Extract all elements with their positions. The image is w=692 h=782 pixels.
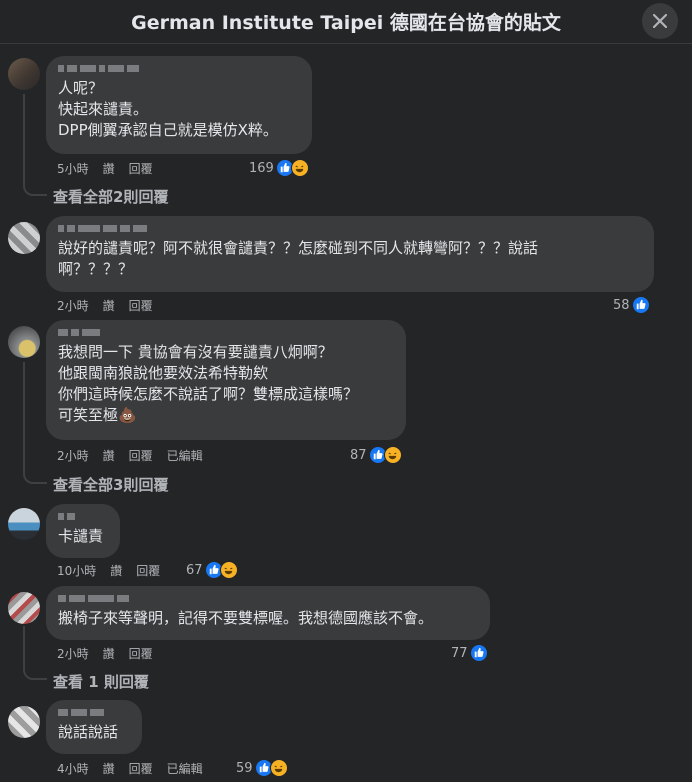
like-button[interactable]: 讚 <box>103 297 115 314</box>
avatar[interactable] <box>8 58 40 90</box>
reaction-summary[interactable]: 77 <box>451 643 488 663</box>
timestamp[interactable]: 2小時 <box>57 447 89 464</box>
comment-text: 卡譴責 <box>58 527 104 545</box>
view-replies-link[interactable]: 查看 1 則回覆 <box>53 671 149 692</box>
comment-actions: 2小時 讚 回覆 <box>57 645 167 661</box>
reaction-summary[interactable]: 67 <box>186 560 238 580</box>
timestamp[interactable]: 2小時 <box>57 297 89 314</box>
comment-text: 搬椅子來等聲明，記得不要雙標喔。我想德國應該不會。 <box>58 609 434 627</box>
reaction-count: 58 <box>613 297 630 313</box>
post-title: German Institute Taipei 德國在台協會的貼文 <box>131 12 561 34</box>
view-replies-link[interactable]: 查看全部3則回覆 <box>53 474 168 495</box>
avatar[interactable] <box>8 508 40 540</box>
author-name-redacted[interactable] <box>58 326 394 338</box>
haha-icon <box>269 759 288 777</box>
dialog-header: German Institute Taipei 德國在台協會的貼文 <box>0 0 692 44</box>
avatar[interactable] <box>8 592 40 624</box>
comment-bubble: 搬椅子來等聲明，記得不要雙標喔。我想德國應該不會。 <box>46 586 490 640</box>
close-button[interactable] <box>642 3 678 39</box>
edited-label: 已編輯 <box>166 761 203 776</box>
avatar[interactable] <box>8 222 40 254</box>
like-button[interactable]: 讚 <box>103 760 115 777</box>
like-button[interactable]: 讚 <box>103 447 115 464</box>
author-name-redacted[interactable] <box>58 592 478 604</box>
timestamp[interactable]: 2小時 <box>57 645 89 662</box>
reply-button[interactable]: 回覆 <box>129 297 153 314</box>
close-icon <box>653 14 667 28</box>
haha-icon <box>219 561 238 579</box>
reply-button[interactable]: 回覆 <box>129 447 153 464</box>
timestamp[interactable]: 10小時 <box>57 562 96 579</box>
timestamp[interactable]: 5小時 <box>57 160 89 177</box>
comment-text: 我想問一下 貴協會有沒有要譴責八炯啊？ 他跟閩南狼說他要效法希特勒欸 你們這時候… <box>58 343 359 424</box>
reaction-count: 59 <box>236 760 253 776</box>
comment-text: 說話說話 <box>58 723 119 741</box>
thread-line <box>23 626 47 680</box>
comment-bubble: 說話說話 <box>46 700 142 754</box>
reaction-count: 77 <box>451 645 468 661</box>
author-name-redacted[interactable] <box>58 222 642 234</box>
haha-icon <box>290 159 309 177</box>
reaction-summary[interactable]: 87 <box>350 445 402 465</box>
edited-label: 已編輯 <box>166 448 203 463</box>
comment-actions: 4小時 讚 回覆 已編輯 <box>57 760 217 776</box>
comment-bubble: 我想問一下 貴協會有沒有要譴責八炯啊？ 他跟閩南狼說他要效法希特勒欸 你們這時候… <box>46 320 406 440</box>
comment-actions: 5小時 讚 回覆 <box>57 160 167 176</box>
comment-actions: 2小時 讚 回覆 <box>57 297 167 313</box>
thread-line <box>23 94 47 196</box>
like-button[interactable]: 讚 <box>103 645 115 662</box>
like-icon <box>469 644 488 662</box>
reaction-count: 87 <box>350 447 367 463</box>
haha-icon <box>383 446 402 464</box>
like-button[interactable]: 讚 <box>103 160 115 177</box>
avatar[interactable] <box>8 706 40 738</box>
reaction-summary[interactable]: 169 <box>249 158 309 178</box>
comment-text: 說好的譴責呢？阿不就很會譴責？？怎麼碰到不同人就轉彎阿？？？說話 啊？？？？ <box>58 239 539 278</box>
reaction-summary[interactable]: 59 <box>236 758 288 778</box>
reply-button[interactable]: 回覆 <box>129 760 153 777</box>
like-button[interactable]: 讚 <box>110 562 122 579</box>
author-name-redacted[interactable] <box>58 706 130 718</box>
avatar[interactable] <box>8 326 40 358</box>
view-replies-link[interactable]: 查看全部2則回覆 <box>53 186 168 207</box>
reply-button[interactable]: 回覆 <box>136 562 160 579</box>
reply-button[interactable]: 回覆 <box>129 160 153 177</box>
author-name-redacted[interactable] <box>58 510 108 522</box>
comment-bubble: 人呢？ 快起來譴責。 DPP側翼承認自己就是模仿X粹。 <box>46 56 312 154</box>
reply-button[interactable]: 回覆 <box>129 645 153 662</box>
comment-actions: 2小時 讚 回覆 已編輯 <box>57 447 217 463</box>
author-name-redacted[interactable] <box>58 62 300 74</box>
comment-bubble: 說好的譴責呢？阿不就很會譴責？？怎麼碰到不同人就轉彎阿？？？說話 啊？？？？ <box>46 216 654 292</box>
reaction-summary[interactable]: 58 <box>613 295 650 315</box>
comment-text: 人呢？ 快起來譴責。 DPP側翼承認自己就是模仿X粹。 <box>58 79 278 139</box>
reaction-count: 169 <box>249 160 274 176</box>
timestamp[interactable]: 4小時 <box>57 760 89 777</box>
comment-actions: 10小時 讚 回覆 <box>57 562 174 578</box>
like-icon <box>631 296 650 314</box>
reaction-count: 67 <box>186 562 203 578</box>
comment-bubble: 卡譴責 <box>46 504 120 558</box>
thread-line <box>23 362 47 484</box>
